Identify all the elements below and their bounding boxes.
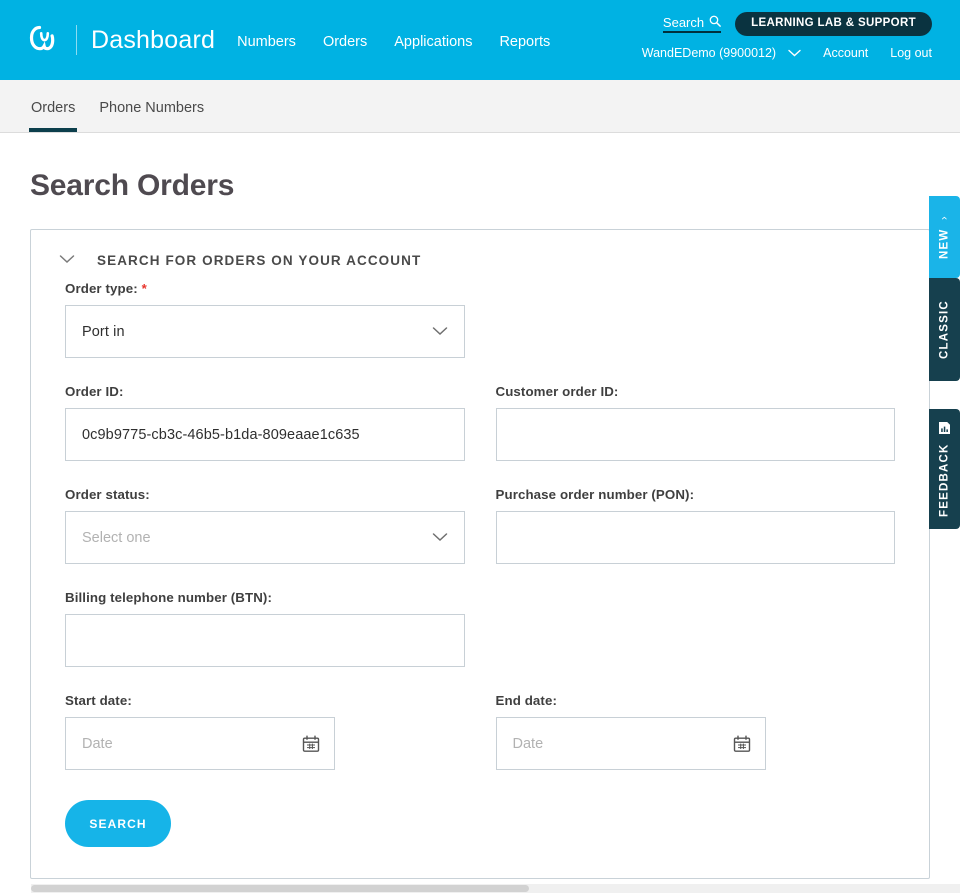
- required-marker: *: [141, 281, 147, 296]
- search-orders-form: Order type: * Port in Order ID: 0c9b9775…: [31, 269, 929, 847]
- learning-lab-support-button[interactable]: LEARNING LAB & SUPPORT: [735, 12, 932, 36]
- logout-link[interactable]: Log out: [890, 46, 932, 60]
- side-tab-feedback[interactable]: FEEDBACK: [929, 409, 960, 529]
- order-type-label: Order type: *: [65, 281, 465, 296]
- side-tab-rail: NEW › CLASSIC FEEDBACK: [929, 196, 960, 529]
- search-orders-panel: SEARCH FOR ORDERS ON YOUR ACCOUNT Order …: [30, 229, 930, 879]
- nav-item-numbers[interactable]: Numbers: [237, 34, 296, 50]
- top-header-bar: Dashboard Numbers Orders Applications Re…: [0, 0, 960, 80]
- panel-header[interactable]: SEARCH FOR ORDERS ON YOUR ACCOUNT: [31, 230, 929, 269]
- btn-label: Billing telephone number (BTN):: [65, 590, 272, 605]
- chevron-down-icon: [788, 46, 801, 60]
- page-content: Search Orders SEARCH FOR ORDERS ON YOUR …: [0, 169, 960, 879]
- pon-label: Purchase order number (PON):: [495, 487, 695, 502]
- chevron-down-icon[interactable]: [59, 251, 75, 269]
- page-title: Search Orders: [30, 169, 235, 202]
- omega-logo-icon[interactable]: [28, 23, 62, 57]
- order-status-select[interactable]: Select one: [65, 511, 465, 564]
- chart-document-icon: [938, 421, 951, 435]
- header-utility-area: Search LEARNING LAB & SUPPORT WandEDemo …: [642, 12, 932, 60]
- subnav-tab-phone-numbers[interactable]: Phone Numbers: [97, 100, 206, 132]
- end-date-placeholder: Date: [512, 735, 544, 752]
- start-date-placeholder: Date: [82, 735, 113, 752]
- end-date-label: End date:: [495, 693, 557, 708]
- nav-item-applications[interactable]: Applications: [394, 34, 472, 50]
- side-tab-classic[interactable]: CLASSIC: [929, 278, 960, 381]
- customer-order-id-input[interactable]: [495, 408, 895, 461]
- side-tab-feedback-label: FEEDBACK: [938, 443, 951, 517]
- side-tab-new-label: NEW: [938, 228, 951, 259]
- scrollbar-thumb[interactable]: [31, 885, 529, 892]
- horizontal-scrollbar[interactable]: [31, 884, 960, 893]
- order-type-label-text: Order type:: [65, 281, 138, 296]
- side-tab-new[interactable]: NEW ›: [929, 196, 960, 278]
- order-id-value: 0c9b9775-cb3c-46b5-b1da-809eaae1c635: [82, 426, 360, 443]
- start-date-label: Start date:: [65, 693, 132, 708]
- customer-order-id-label: Customer order ID:: [495, 384, 619, 399]
- account-name-label: WandEDemo (9900012): [641, 46, 777, 60]
- nav-item-reports[interactable]: Reports: [499, 34, 550, 50]
- account-link[interactable]: Account: [823, 46, 868, 60]
- logo-divider: [76, 25, 77, 55]
- end-date-input[interactable]: Date: [495, 717, 766, 770]
- start-date-input[interactable]: Date: [65, 717, 335, 770]
- order-id-label: Order ID:: [65, 384, 124, 399]
- order-type-select[interactable]: Port in: [65, 305, 465, 358]
- main-navigation: Numbers Orders Applications Reports: [237, 31, 550, 50]
- calendar-icon[interactable]: [302, 735, 320, 753]
- chevron-down-icon: [432, 324, 448, 340]
- subnav-tab-orders[interactable]: Orders: [29, 100, 78, 132]
- search-icon: [709, 15, 721, 29]
- order-status-placeholder: Select one: [82, 529, 151, 546]
- account-switcher[interactable]: WandEDemo (9900012): [642, 46, 801, 60]
- search-button[interactable]: SEARCH: [65, 800, 171, 847]
- sub-navigation: Orders Phone Numbers: [0, 80, 960, 133]
- side-tab-classic-label: CLASSIC: [938, 300, 951, 359]
- header-search-label: Search: [662, 14, 705, 30]
- nav-item-orders[interactable]: Orders: [323, 34, 367, 50]
- header-search-link[interactable]: Search: [662, 14, 722, 33]
- pon-input[interactable]: [495, 511, 895, 564]
- panel-title: SEARCH FOR ORDERS ON YOUR ACCOUNT: [97, 252, 422, 268]
- calendar-icon[interactable]: [733, 735, 751, 753]
- btn-input[interactable]: [65, 614, 465, 667]
- order-status-label: Order status:: [65, 487, 150, 502]
- order-id-input[interactable]: 0c9b9775-cb3c-46b5-b1da-809eaae1c635: [65, 408, 465, 461]
- chevron-down-icon: [432, 530, 448, 546]
- chevron-right-icon: ›: [938, 215, 951, 221]
- brand-title: Dashboard: [91, 25, 216, 54]
- order-type-value: Port in: [82, 323, 125, 340]
